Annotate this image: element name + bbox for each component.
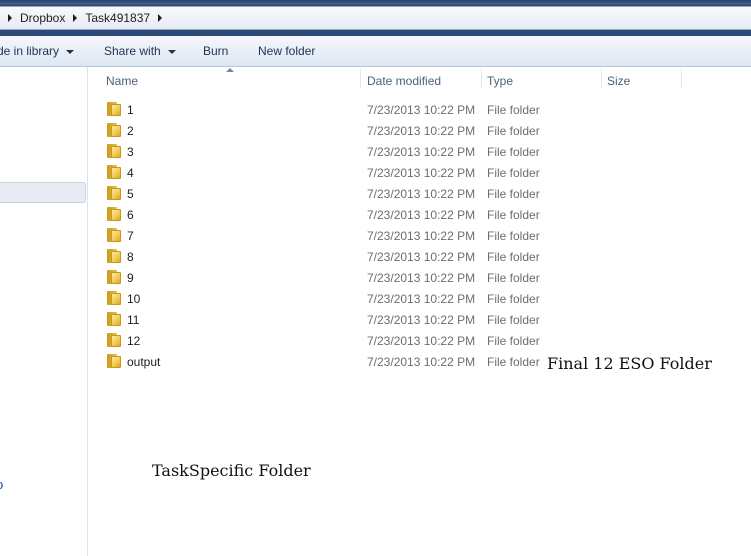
column-header-date[interactable]: Date modified bbox=[361, 67, 481, 92]
file-name[interactable]: 9 bbox=[127, 271, 134, 285]
folder-icon bbox=[107, 102, 123, 116]
file-date: 7/23/2013 10:22 PM bbox=[367, 103, 476, 117]
file-type: File folder bbox=[487, 187, 540, 201]
file-row[interactable]: 2 7/23/2013 10:22 PM File folder bbox=[89, 121, 751, 142]
new-folder-button[interactable]: New folder bbox=[258, 44, 315, 58]
file-name[interactable]: 6 bbox=[127, 208, 134, 222]
file-type: File folder bbox=[487, 145, 540, 159]
file-type: File folder bbox=[487, 166, 540, 180]
folder-icon bbox=[107, 270, 123, 284]
file-name[interactable]: 3 bbox=[127, 145, 134, 159]
file-row[interactable]: 10 7/23/2013 10:22 PM File folder bbox=[89, 289, 751, 310]
file-name[interactable]: 5 bbox=[127, 187, 134, 201]
file-type: File folder bbox=[487, 250, 540, 264]
address-bar-frame: Dropbox Task491837 bbox=[0, 0, 751, 36]
file-row[interactable]: 11 7/23/2013 10:22 PM File folder bbox=[89, 310, 751, 331]
file-row[interactable]: 3 7/23/2013 10:22 PM File folder bbox=[89, 142, 751, 163]
file-date: 7/23/2013 10:22 PM bbox=[367, 334, 476, 348]
file-name[interactable]: 12 bbox=[127, 334, 140, 348]
folder-icon bbox=[107, 249, 123, 263]
file-type: File folder bbox=[487, 124, 540, 138]
file-type: File folder bbox=[487, 208, 540, 222]
folder-icon bbox=[107, 207, 123, 221]
chevron-right-icon[interactable] bbox=[73, 14, 78, 22]
file-row[interactable]: 12 7/23/2013 10:22 PM File folder bbox=[89, 331, 751, 352]
column-header-type[interactable]: Type bbox=[481, 67, 601, 92]
share-with-label: Share with bbox=[104, 44, 161, 58]
navigation-pane[interactable]: o bbox=[0, 67, 88, 556]
file-date: 7/23/2013 10:22 PM bbox=[367, 166, 476, 180]
breadcrumb-item-task[interactable]: Task491837 bbox=[85, 11, 150, 25]
file-date: 7/23/2013 10:22 PM bbox=[367, 250, 476, 264]
column-header-bar: Name Date modified Type Size bbox=[89, 67, 751, 92]
burn-button[interactable]: Burn bbox=[203, 44, 228, 58]
chevron-right-icon[interactable] bbox=[158, 14, 163, 22]
chevron-down-icon bbox=[66, 49, 75, 54]
file-row[interactable]: 6 7/23/2013 10:22 PM File folder bbox=[89, 205, 751, 226]
file-name[interactable]: 8 bbox=[127, 250, 134, 264]
file-row[interactable]: 8 7/23/2013 10:22 PM File folder bbox=[89, 247, 751, 268]
folder-icon bbox=[107, 144, 123, 158]
file-type: File folder bbox=[487, 334, 540, 348]
file-date: 7/23/2013 10:22 PM bbox=[367, 355, 476, 369]
folder-icon bbox=[107, 354, 123, 368]
address-bar[interactable]: Dropbox Task491837 bbox=[0, 6, 751, 30]
nav-selected-item[interactable] bbox=[0, 182, 86, 203]
file-type: File folder bbox=[487, 292, 540, 306]
folder-icon bbox=[107, 312, 123, 326]
nav-item-fragment[interactable]: o bbox=[0, 477, 3, 492]
file-row[interactable]: 5 7/23/2013 10:22 PM File folder bbox=[89, 184, 751, 205]
file-name[interactable]: 11 bbox=[127, 313, 139, 327]
file-type: File folder bbox=[487, 355, 540, 369]
file-date: 7/23/2013 10:22 PM bbox=[367, 313, 476, 327]
file-name[interactable]: 10 bbox=[127, 292, 140, 306]
file-name[interactable]: output bbox=[127, 355, 160, 369]
folder-icon bbox=[107, 186, 123, 200]
folder-icon bbox=[107, 123, 123, 137]
share-with-button[interactable]: Share with bbox=[104, 44, 176, 58]
file-date: 7/23/2013 10:22 PM bbox=[367, 271, 476, 285]
file-name[interactable]: 7 bbox=[127, 229, 134, 243]
file-name[interactable]: 2 bbox=[127, 124, 134, 138]
folder-icon bbox=[107, 228, 123, 242]
burn-label: Burn bbox=[203, 44, 229, 58]
folder-icon bbox=[107, 291, 123, 305]
file-type: File folder bbox=[487, 229, 540, 243]
breadcrumb-item-dropbox[interactable]: Dropbox bbox=[20, 11, 65, 25]
include-in-library-label: de in library bbox=[0, 44, 60, 58]
chevron-down-icon bbox=[167, 49, 176, 54]
file-type: File folder bbox=[487, 103, 540, 117]
file-list: 1 7/23/2013 10:22 PM File folder 2 7/23/… bbox=[89, 100, 751, 373]
file-type: File folder bbox=[487, 271, 540, 285]
annotation-output-note: Final 12 ESO Folder bbox=[547, 354, 712, 373]
file-date: 7/23/2013 10:22 PM bbox=[367, 124, 476, 138]
new-folder-label: New folder bbox=[258, 44, 316, 58]
file-date: 7/23/2013 10:22 PM bbox=[367, 145, 476, 159]
include-in-library-button[interactable]: de in library bbox=[0, 44, 75, 58]
column-header-size[interactable]: Size bbox=[601, 67, 681, 92]
file-row[interactable]: 4 7/23/2013 10:22 PM File folder bbox=[89, 163, 751, 184]
file-date: 7/23/2013 10:22 PM bbox=[367, 187, 476, 201]
column-header-name[interactable]: Name bbox=[100, 67, 360, 92]
file-date: 7/23/2013 10:22 PM bbox=[367, 208, 476, 222]
file-date: 7/23/2013 10:22 PM bbox=[367, 229, 476, 243]
chevron-right-icon[interactable] bbox=[8, 14, 12, 22]
command-bar: de in library Share with Burn New folder bbox=[0, 36, 751, 67]
file-type: File folder bbox=[487, 313, 540, 327]
file-row[interactable]: 1 7/23/2013 10:22 PM File folder bbox=[89, 100, 751, 121]
folder-icon bbox=[107, 333, 123, 347]
folder-icon bbox=[107, 165, 123, 179]
file-name[interactable]: 4 bbox=[127, 166, 134, 180]
file-name[interactable]: 1 bbox=[127, 103, 134, 117]
file-row[interactable]: 7 7/23/2013 10:22 PM File folder bbox=[89, 226, 751, 247]
file-row[interactable]: 9 7/23/2013 10:22 PM File folder bbox=[89, 268, 751, 289]
annotation-task-note: TaskSpecific Folder bbox=[152, 461, 311, 480]
column-divider[interactable] bbox=[681, 69, 682, 88]
file-date: 7/23/2013 10:22 PM bbox=[367, 292, 476, 306]
